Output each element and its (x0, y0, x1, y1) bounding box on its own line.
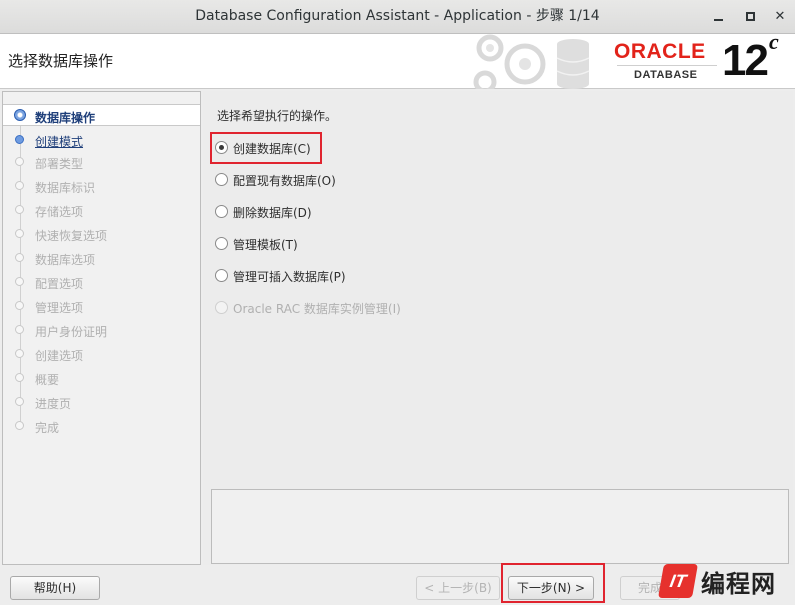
step-label: 完成 (35, 421, 60, 435)
step-label: 配置选项 (35, 277, 84, 291)
step-item-management-options: 管理选项 (3, 295, 200, 317)
window-titlebar[interactable]: Database Configuration Assistant - Appli… (0, 0, 795, 34)
step-item-progress: 进度页 (3, 391, 200, 413)
step-dot-icon (15, 277, 24, 286)
step-item-user-credentials: 用户身份证明 (3, 319, 200, 341)
minimize-icon[interactable] (708, 7, 728, 27)
step-label: 存储选项 (35, 205, 84, 219)
step-dot-icon (15, 421, 24, 430)
radio-selected-icon[interactable] (215, 141, 228, 154)
step-dot-icon (15, 181, 24, 190)
step-item-summary: 概要 (3, 367, 200, 389)
option-configure-database[interactable]: 配置现有数据库(O) (215, 171, 355, 189)
step-dot-icon (15, 301, 24, 310)
current-step-icon (14, 109, 26, 121)
step-label: 进度页 (35, 397, 72, 411)
step-dot-icon (15, 157, 24, 166)
step-item-creation-mode[interactable]: 创建模式 (3, 129, 200, 151)
step-dot-icon (15, 349, 24, 358)
details-panel (211, 489, 789, 564)
option-manage-pdb[interactable]: 管理可插入数据库(P) (215, 267, 365, 285)
step-label: 快速恢复选项 (35, 229, 108, 243)
radio-icon[interactable] (215, 173, 228, 186)
option-label: 删除数据库(D) (233, 206, 312, 220)
version-badge: 12c (722, 29, 779, 86)
step-item-storage-options: 存储选项 (3, 199, 200, 221)
step-item-finish: 完成 (3, 415, 200, 437)
maximize-icon[interactable] (740, 7, 760, 27)
step-label: 数据库标识 (35, 181, 96, 195)
step-dot-icon (15, 253, 24, 262)
oracle-logo-rule (617, 65, 717, 66)
step-navigation: 数据库操作 创建模式 部署类型 数据库标识 存储选项 快速恢复选项 数据库选项 … (2, 91, 201, 565)
step-dot-icon (15, 229, 24, 238)
step-item-database-options: 数据库选项 (3, 247, 200, 269)
radio-icon[interactable] (215, 237, 228, 250)
close-icon[interactable]: ✕ (770, 7, 790, 27)
step-label: 用户身份证明 (35, 325, 108, 339)
option-manage-templates[interactable]: 管理模板(T) (215, 235, 315, 253)
option-label: 配置现有数据库(O) (233, 174, 336, 188)
step-dot-icon (15, 135, 24, 144)
step-item-database-operation[interactable]: 数据库操作 (3, 104, 200, 126)
option-create-database[interactable]: 创建数据库(C) (215, 139, 325, 157)
gears-decoration-icon (473, 34, 590, 89)
step-item-fast-recovery: 快速恢复选项 (3, 223, 200, 245)
step-item-config-options: 配置选项 (3, 271, 200, 293)
step-dot-icon (15, 325, 24, 334)
back-button: < 上一步(B) (416, 576, 500, 600)
version-suffix: c (768, 29, 779, 55)
radio-icon[interactable] (215, 269, 228, 282)
watermark: IT 编程网 (655, 560, 795, 605)
step-dot-icon (15, 373, 24, 382)
oracle-database-text: DATABASE (634, 69, 698, 81)
oracle-brand-text: ORACLE (614, 40, 706, 63)
step-label: 创建选项 (35, 349, 84, 363)
option-rac-instance-management: Oracle RAC 数据库实例管理(I) (215, 299, 415, 317)
step-item-deployment-type: 部署类型 (3, 151, 200, 173)
oracle-logo: ORACLE DATABASE (614, 40, 720, 84)
step-label: 数据库操作 (35, 111, 96, 125)
step-label: 管理选项 (35, 301, 84, 315)
step-item-database-id: 数据库标识 (3, 175, 200, 197)
option-delete-database[interactable]: 删除数据库(D) (215, 203, 325, 221)
step-label: 创建模式 (35, 135, 84, 149)
page-header: 选择数据库操作 ORACLE DATABASE 12c (0, 29, 795, 89)
instruction-text: 选择希望执行的操作。 (217, 109, 338, 123)
step-label: 概要 (35, 373, 60, 387)
option-label: Oracle RAC 数据库实例管理(I) (233, 302, 401, 316)
radio-disabled-icon (215, 301, 228, 314)
watermark-logo-icon: IT (658, 564, 698, 598)
step-label: 数据库选项 (35, 253, 96, 267)
version-number: 12 (722, 36, 769, 85)
step-dot-icon (15, 205, 24, 214)
step-dot-icon (15, 397, 24, 406)
help-button[interactable]: 帮助(H) (10, 576, 100, 600)
page-title: 选择数据库操作 (8, 52, 114, 70)
step-label: 部署类型 (35, 157, 84, 171)
next-button[interactable]: 下一步(N) > (508, 576, 594, 600)
option-label: 管理可插入数据库(P) (233, 270, 346, 284)
step-item-creation-options: 创建选项 (3, 343, 200, 365)
option-label: 创建数据库(C) (233, 142, 311, 156)
main-content: 选择希望执行的操作。 创建数据库(C) 配置现有数据库(O) 删除数据库(D) … (203, 91, 793, 565)
watermark-text: 编程网 (701, 570, 776, 598)
option-label: 管理模板(T) (233, 238, 298, 252)
window-title: Database Configuration Assistant - Appli… (195, 8, 600, 24)
radio-icon[interactable] (215, 205, 228, 218)
